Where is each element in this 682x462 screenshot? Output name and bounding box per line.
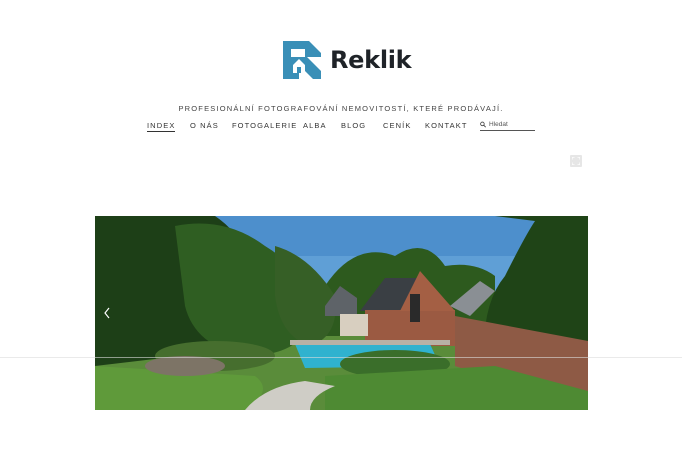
nav-item-index[interactable]: INDEX bbox=[147, 121, 176, 132]
expand-icon bbox=[572, 157, 580, 165]
reklik-logo-icon bbox=[283, 41, 321, 79]
slider-prev-button[interactable] bbox=[102, 306, 112, 320]
site-logo[interactable]: Reklik bbox=[283, 41, 412, 79]
nav-item-o-nas[interactable]: O NÁS bbox=[190, 121, 219, 130]
main-nav: INDEX O NÁS FOTOGALERIE ALBA BLOG CENÍK … bbox=[0, 121, 682, 133]
hero-photo bbox=[95, 216, 588, 410]
hero-slideshow-image[interactable] bbox=[95, 216, 588, 410]
nav-item-alba[interactable]: ALBA bbox=[303, 121, 327, 130]
divider bbox=[0, 357, 682, 358]
nav-item-fotogalerie[interactable]: FOTOGALERIE bbox=[232, 121, 297, 130]
nav-item-kontakt[interactable]: KONTAKT bbox=[425, 121, 468, 130]
brand-name: Reklik bbox=[330, 46, 412, 74]
tagline: PROFESIONÁLNÍ FOTOGRAFOVÁNÍ NEMOVITOSTÍ,… bbox=[178, 104, 504, 113]
fullscreen-icon[interactable] bbox=[570, 155, 582, 167]
nav-item-cenik[interactable]: CENÍK bbox=[383, 121, 411, 130]
search-icon bbox=[480, 121, 486, 128]
chevron-left-icon bbox=[104, 307, 110, 319]
search-box[interactable] bbox=[480, 119, 535, 131]
search-input[interactable] bbox=[489, 121, 535, 128]
nav-item-blog[interactable]: BLOG bbox=[341, 121, 366, 130]
